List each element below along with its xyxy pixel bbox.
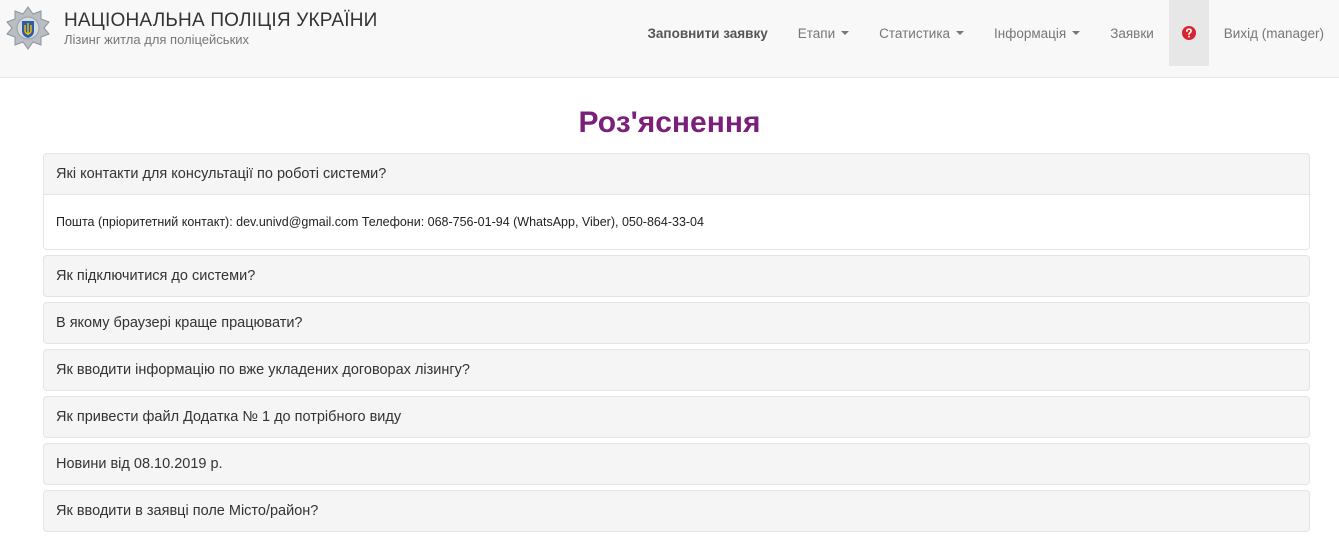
- nav-statistics-dropdown[interactable]: Статистика: [864, 0, 979, 66]
- faq-question-label: Як підключитися до системи?: [56, 268, 256, 284]
- question-circle-icon: [1181, 26, 1196, 40]
- top-navbar: НАЦІОНАЛЬНА ПОЛІЦІЯ УКРАЇНИ Лізинг житла…: [0, 0, 1339, 78]
- nav-information-label: Інформація: [994, 25, 1067, 41]
- faq-question[interactable]: Як підключитися до системи?: [44, 256, 1309, 296]
- nav-requests-label: Заявки: [1110, 25, 1154, 41]
- police-badge-icon: [6, 6, 50, 50]
- faq-panel: Новини від 08.10.2019 р.: [43, 443, 1310, 485]
- nav-help[interactable]: [1168, 0, 1209, 66]
- faq-answer: Пошта (пріоритетний контакт): dev.univd@…: [44, 194, 1309, 249]
- faq-question[interactable]: Як привести файл Додатка № 1 до потрібно…: [44, 397, 1309, 437]
- faq-question[interactable]: Як вводити в заявці поле Місто/район?: [44, 491, 1309, 531]
- faq-question[interactable]: В якому браузері краще працювати?: [44, 303, 1309, 343]
- nav-statistics-label: Статистика: [879, 25, 951, 41]
- faq-panel: В якому браузері краще працювати?: [43, 302, 1310, 344]
- faq-question-label: Новини від 08.10.2019 р.: [56, 456, 223, 472]
- faq-panel: Як привести файл Додатка № 1 до потрібно…: [43, 396, 1310, 438]
- faq-question-label: Як привести файл Додатка № 1 до потрібно…: [56, 409, 402, 425]
- faq-panel: Як підключитися до системи?: [43, 255, 1310, 297]
- brand[interactable]: НАЦІОНАЛЬНА ПОЛІЦІЯ УКРАЇНИ Лізинг житла…: [6, 6, 378, 50]
- faq-panel: Як вводити інформацію по вже укладених д…: [43, 349, 1310, 391]
- faq-question-label: Які контакти для консультації по роботі …: [56, 166, 387, 182]
- caret-down-icon: [956, 31, 965, 35]
- faq-question[interactable]: Які контакти для консультації по роботі …: [44, 154, 1309, 194]
- nav-fill-request[interactable]: Заповнити заявку: [632, 0, 782, 66]
- faq-question-label: В якому браузері краще працювати?: [56, 315, 303, 331]
- main-nav: Заповнити заявку Етапи Статистика Інформ…: [632, 0, 1339, 66]
- caret-down-icon: [1072, 31, 1081, 35]
- faq-panel: Які контакти для консультації по роботі …: [43, 153, 1310, 250]
- page-title: Роз'яснення: [578, 106, 761, 139]
- faq-answer-text: Пошта (пріоритетний контакт): dev.univd@…: [56, 215, 704, 229]
- faq-question-label: Як вводити інформацію по вже укладених д…: [56, 362, 470, 378]
- nav-stages-dropdown[interactable]: Етапи: [783, 0, 864, 66]
- faq-question[interactable]: Новини від 08.10.2019 р.: [44, 444, 1309, 484]
- faq-accordion: Які контакти для консультації по роботі …: [43, 153, 1310, 537]
- nav-logout[interactable]: Вихід (manager): [1209, 0, 1339, 66]
- nav-fill-request-label: Заповнити заявку: [647, 25, 768, 41]
- faq-question-label: Як вводити в заявці поле Місто/район?: [56, 503, 319, 519]
- nav-stages-label: Етапи: [797, 25, 836, 41]
- nav-logout-label: Вихід (manager): [1223, 25, 1324, 41]
- caret-down-icon: [841, 31, 850, 35]
- faq-panel: Як вводити в заявці поле Місто/район?: [43, 490, 1310, 532]
- brand-title: НАЦІОНАЛЬНА ПОЛІЦІЯ УКРАЇНИ: [64, 10, 378, 31]
- faq-question[interactable]: Як вводити інформацію по вже укладених д…: [44, 350, 1309, 390]
- nav-information-dropdown[interactable]: Інформація: [979, 0, 1095, 66]
- nav-requests[interactable]: Заявки: [1095, 0, 1169, 66]
- brand-subtitle: Лізинг житла для поліцейських: [64, 32, 250, 47]
